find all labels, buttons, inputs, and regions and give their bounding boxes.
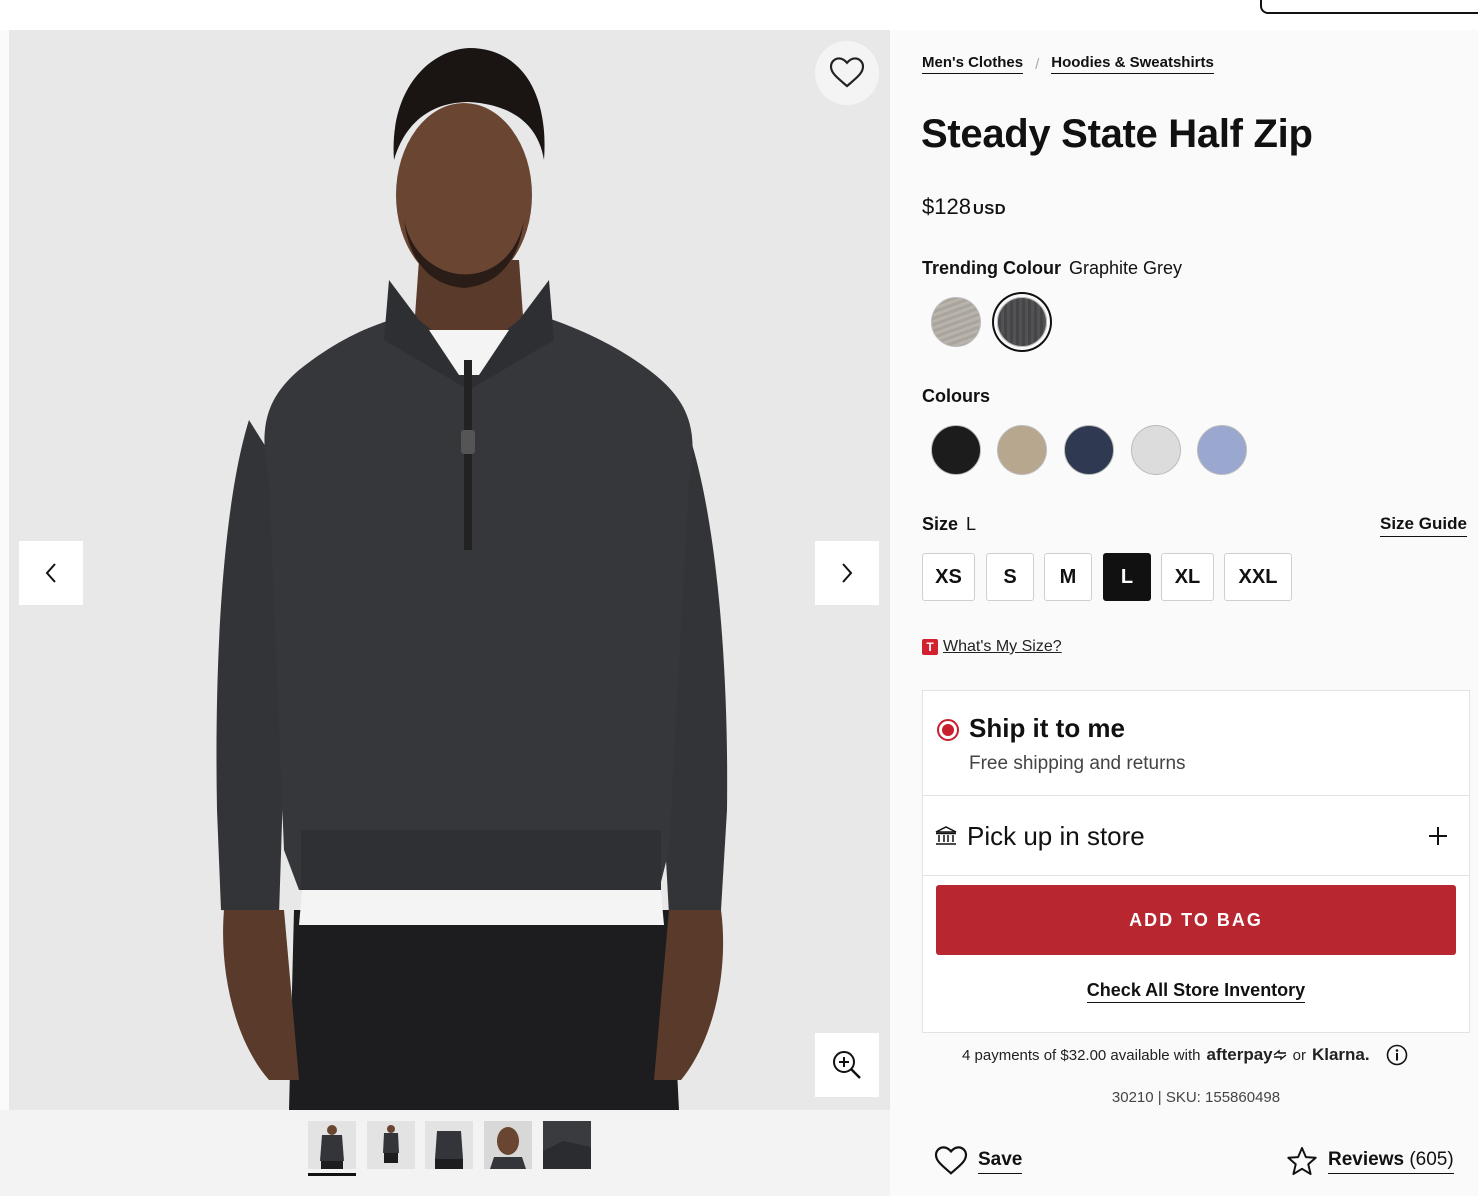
- true-fit-icon: T: [922, 639, 938, 655]
- colour-swatch-light-grey[interactable]: [1131, 425, 1181, 475]
- thumbnail-1[interactable]: [308, 1121, 356, 1169]
- thumbnail-5[interactable]: [543, 1121, 591, 1169]
- save-label: Save: [978, 1149, 1023, 1174]
- trending-colour-value: Graphite Grey: [1069, 258, 1183, 278]
- top-bar: [0, 0, 1478, 30]
- product-sku: 30210 | SKU: 155860498: [1111, 1089, 1281, 1106]
- thumbnail-image: [543, 1121, 591, 1169]
- info-icon[interactable]: [1386, 1044, 1408, 1066]
- search-field-edge[interactable]: [1260, 0, 1478, 14]
- size-guide-link[interactable]: Size Guide: [1380, 514, 1467, 537]
- size-option-m[interactable]: M: [1044, 553, 1092, 601]
- heart-icon: [829, 57, 865, 88]
- reviews-label: Reviews: [1328, 1148, 1405, 1170]
- colours-label: Colours: [922, 386, 991, 406]
- pay-later-text: 4 payments of $32.00 available with: [962, 1046, 1201, 1064]
- product-title: Steady State Half Zip: [921, 112, 1313, 156]
- next-image-button[interactable]: [815, 541, 879, 605]
- colour-swatch-navy[interactable]: [1064, 425, 1114, 475]
- trending-colour-label-row: Trending Colour Graphite Grey: [922, 258, 1182, 279]
- ship-it-to-me-option[interactable]: Ship it to me Free shipping and returns: [923, 691, 1469, 796]
- model-illustration: [9, 30, 890, 1110]
- thumbnail-image: [308, 1121, 356, 1169]
- reviews-count: (605): [1409, 1148, 1454, 1170]
- thumbnail-strip: [0, 1110, 890, 1196]
- size-option-xl[interactable]: XL: [1161, 553, 1214, 601]
- afterpay-arrows-icon: [1273, 1049, 1287, 1061]
- heart-icon: [934, 1146, 968, 1175]
- breadcrumb-hoodies-sweatshirts[interactable]: Hoodies & Sweatshirts: [1051, 54, 1214, 74]
- ship-title: Ship it to me: [969, 713, 1125, 743]
- product-image: [9, 30, 890, 1110]
- save-button[interactable]: Save: [934, 1146, 1023, 1176]
- size-option-s[interactable]: S: [986, 553, 1034, 601]
- breadcrumb-mens-clothes[interactable]: Men's Clothes: [922, 54, 1024, 74]
- thumbnail-image: [425, 1121, 473, 1169]
- pickup-title: Pick up in store: [967, 821, 1145, 851]
- price-currency: USD: [972, 201, 1007, 218]
- previous-image-button[interactable]: [19, 541, 83, 605]
- zoom-button[interactable]: [815, 1033, 879, 1097]
- wishlist-button[interactable]: [815, 41, 879, 105]
- check-store-inventory: Check All Store Inventory: [923, 980, 1469, 1003]
- breadcrumb: Men's Clothes / Hoodies & Sweatshirts: [922, 54, 1214, 74]
- trending-colour-label: Trending Colour: [922, 258, 1061, 278]
- size-selected-value: L: [966, 514, 977, 534]
- thumbnail-image: [367, 1121, 415, 1169]
- thumbnail-4[interactable]: [484, 1121, 532, 1169]
- zoom-in-icon: [833, 1051, 861, 1079]
- fulfilment-panel: Ship it to me Free shipping and returns …: [922, 690, 1470, 1033]
- thumbnail-2[interactable]: [367, 1121, 415, 1169]
- klarna-logo: Klarna.: [1311, 1045, 1370, 1064]
- add-to-bag-button[interactable]: ADD TO BAG: [936, 885, 1456, 955]
- size-option-xxl[interactable]: XXL: [1224, 553, 1292, 601]
- trending-swatch-light[interactable]: [931, 297, 981, 347]
- thumbnail-3[interactable]: [425, 1121, 473, 1169]
- star-icon: [1287, 1146, 1317, 1176]
- ship-subtitle: Free shipping and returns: [969, 753, 1186, 774]
- pay-later-message: 4 payments of $32.00 available with afte…: [962, 1044, 1408, 1066]
- whats-my-size-link[interactable]: T What's My Size?: [922, 638, 1062, 656]
- size-option-l[interactable]: L: [1103, 553, 1151, 601]
- reviews-text: Reviews (605): [1328, 1149, 1454, 1174]
- pay-later-or: or: [1292, 1046, 1306, 1064]
- colour-swatch-tan[interactable]: [997, 425, 1047, 475]
- colour-swatch-periwinkle[interactable]: [1197, 425, 1247, 475]
- size-label: Size: [922, 514, 959, 534]
- whats-my-size-label: What's My Size?: [943, 638, 1062, 655]
- product-price: $128 USD: [922, 194, 1006, 220]
- check-store-inventory-link[interactable]: Check All Store Inventory: [1086, 980, 1306, 1003]
- trending-swatch-graphite[interactable]: [997, 297, 1047, 347]
- reviews-link[interactable]: Reviews (605): [1286, 1146, 1454, 1176]
- breadcrumb-separator: /: [1035, 55, 1040, 73]
- store-icon: [935, 826, 957, 845]
- active-thumbnail-indicator: [308, 1173, 356, 1176]
- plus-icon[interactable]: [1427, 825, 1449, 847]
- colours-label-row: Colours: [922, 386, 998, 407]
- price-amount: $128: [922, 194, 971, 219]
- ship-radio-selected[interactable]: [937, 719, 959, 741]
- chevron-left-icon: [45, 563, 56, 583]
- thumbnail-image: [484, 1121, 532, 1169]
- colour-swatch-black[interactable]: [931, 425, 981, 475]
- size-label-row: Size L: [922, 514, 976, 535]
- afterpay-logo: afterpay: [1206, 1045, 1273, 1064]
- pick-up-in-store-option[interactable]: Pick up in store: [923, 796, 1469, 876]
- size-option-xs[interactable]: XS: [922, 553, 975, 601]
- chevron-right-icon: [842, 563, 853, 583]
